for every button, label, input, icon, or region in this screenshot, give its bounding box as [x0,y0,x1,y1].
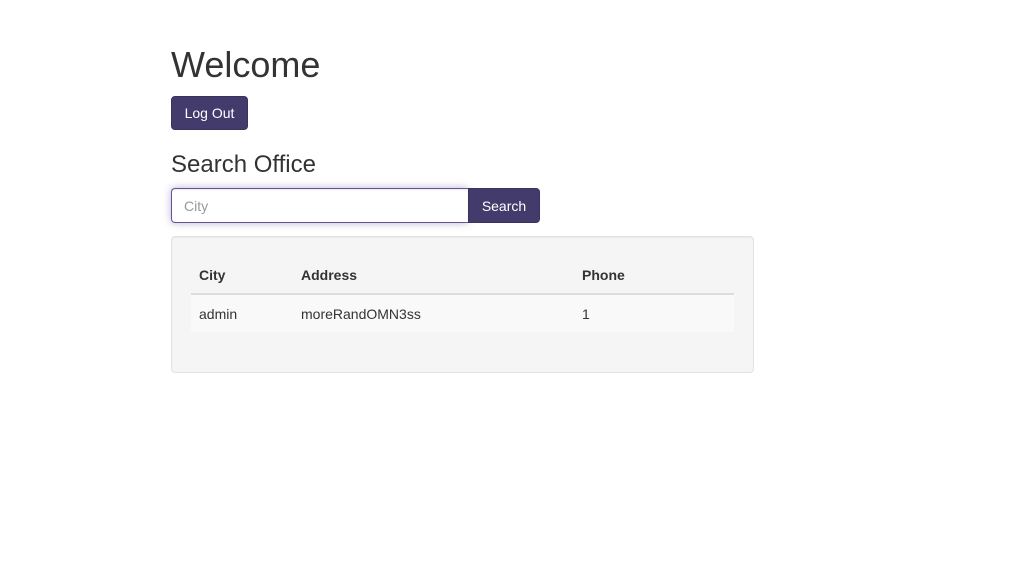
search-group: Search [171,188,540,223]
column-header-address: Address [293,256,574,295]
table-row: admin moreRandOMN3ss 1 [191,294,734,332]
cell-city: admin [191,294,293,332]
results-panel: City Address Phone admin moreRandOMN3ss … [171,236,754,373]
page-title: Welcome [171,44,321,85]
column-header-phone: Phone [574,256,734,295]
search-section-title: Search Office [171,151,316,178]
office-results-table: City Address Phone admin moreRandOMN3ss … [191,256,734,332]
cell-phone: 1 [574,294,734,332]
column-header-city: City [191,256,293,295]
logout-button[interactable]: Log Out [171,96,248,130]
cell-address: moreRandOMN3ss [293,294,574,332]
table-header-row: City Address Phone [191,256,734,295]
city-search-input[interactable] [171,188,468,223]
search-button[interactable]: Search [468,188,540,223]
